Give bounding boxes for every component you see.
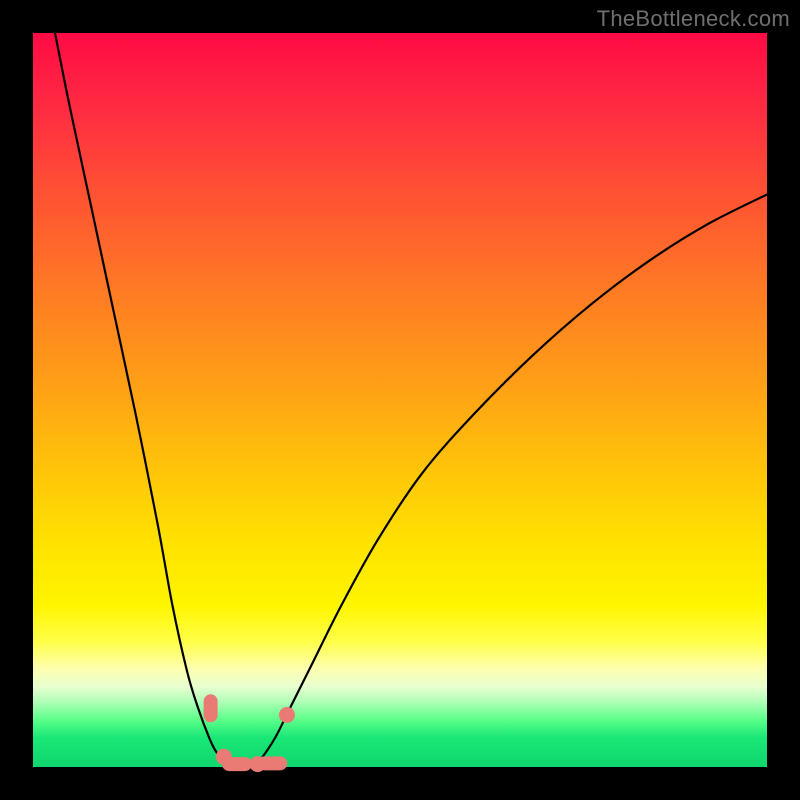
marker-group (204, 694, 295, 772)
watermark-text: TheBottleneck.com (597, 6, 790, 32)
chart-frame: TheBottleneck.com (0, 0, 800, 800)
left-curve (55, 33, 239, 767)
marker-capsule-icon (222, 757, 252, 771)
plot-area (33, 33, 767, 767)
curve-layer (33, 33, 767, 767)
right-curve (253, 194, 767, 767)
marker-dot-icon (279, 707, 295, 723)
marker-capsule-icon (257, 756, 287, 770)
marker-capsule-icon (204, 694, 218, 722)
